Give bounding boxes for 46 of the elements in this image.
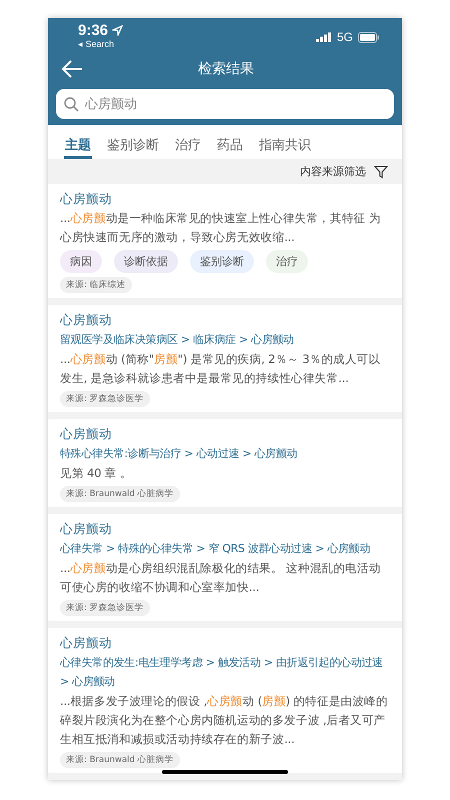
- result-snippet: ...根据多发子波理论的假设 ,心房颤动 (房颤) 的特征是由波峰的碎裂片段演化为在整个心房内随机运动的多发子波 ,后者又可产生相互抵消和减损或活动持续存在的新子波...: [60, 693, 389, 748]
- back-to-app-link[interactable]: ◂ Search: [78, 39, 124, 49]
- search-box[interactable]: 心房颤动: [56, 89, 394, 119]
- source-badge: 来源: 罗森急诊医学: [60, 600, 150, 616]
- result-breadcrumb: 心律失常的发生:电生理学考虑 > 触发活动 > 由折返引起的心动过速 > 心房颤动: [60, 655, 384, 690]
- category-tab[interactable]: 药品: [216, 125, 244, 159]
- category-tab[interactable]: 主题: [64, 125, 92, 159]
- search-icon: [64, 96, 79, 112]
- source-badge: 来源: 罗森急诊医学: [60, 391, 150, 407]
- category-tab[interactable]: 鉴别诊断: [106, 125, 160, 159]
- source-badge: 来源: 临床综述: [60, 277, 132, 293]
- result-snippet: ...心房颤动 (简称"房颤") 是常见的疾病, 2％～ 3％的成人可以发生, 是急诊科就诊患者中是最常见的持续性心律失常...: [60, 351, 382, 387]
- topic-tag[interactable]: 鉴别诊断: [190, 250, 254, 273]
- page-title: 检索结果: [197, 60, 255, 78]
- source-badge: 来源: Braunwald 心脏病学: [60, 486, 180, 502]
- result-title[interactable]: 心房颤动: [60, 310, 390, 329]
- location-arrow-icon: [112, 25, 124, 36]
- search-field[interactable]: 心房颤动: [85, 91, 386, 117]
- result-title[interactable]: 心房颤动: [60, 189, 390, 208]
- result-breadcrumb: 特殊心律失常:诊断与治疗 > 心动过速 > 心房颤动: [60, 446, 298, 462]
- result-breadcrumb: 留观医学及临床决策病区 > 临床病症 > 心房颤动: [60, 332, 295, 348]
- topic-tag[interactable]: 病因: [60, 250, 102, 273]
- battery-icon: [358, 32, 380, 42]
- result-card[interactable]: 心房颤动 心律失常 > 特殊的心律失常 > 窄 QRS 波群心动过速 > 心房颤动 ...心房颤动是心房组织混乱除极化的结果。 这种混乱的电活动可使心房的收缩不协调和心室率加快... 来源: 罗森急诊医学: [48, 514, 402, 621]
- result-snippet: ...心房颤动是心房组织混乱除极化的结果。 这种混乱的电活动可使心房的收缩不协调和心室率加快...: [60, 560, 382, 596]
- back-arrow-icon: [60, 59, 84, 79]
- result-title[interactable]: 心房颤动: [60, 424, 390, 443]
- topic-tag[interactable]: 治疗: [266, 250, 308, 273]
- result-title[interactable]: 心房颤动: [60, 519, 390, 538]
- result-card[interactable]: 心房颤动 心律失常的发生:电生理学考虑 > 触发活动 > 由折返引起的心动过速 > 心房颤动 ...根据多发子波理论的假设 ,心房颤动 (房颤) 的特征是由波峰的碎裂片段演化为在整个心房内随机运动的多发子波 ,后者又可产生相互抵消和减损或活动持续存在的新子波... 来源: Braunwald 心脏病学: [48, 628, 402, 773]
- result-card[interactable]: 心房颤动 留观医学及临床决策病区 > 临床病症 > 心房颤动 ...心房颤动 (简称"房颤") 是常见的疾病, 2％～ 3％的成人可以发生, 是急诊科就诊患者中是最常见的持续性心律失常... 来源: 罗森急诊医学: [48, 305, 402, 412]
- result-title[interactable]: 心房颤动: [60, 633, 390, 652]
- category-tab[interactable]: 治疗: [174, 125, 202, 159]
- source-badge: 来源: Braunwald 心脏病学: [60, 752, 180, 768]
- topic-tag[interactable]: 诊断依据: [114, 250, 178, 273]
- result-snippet: 见第 40 章 。: [60, 465, 133, 482]
- result-card[interactable]: 心房颤动 特殊心律失常:诊断与治疗 > 心动过速 > 心房颤动 见第 40 章 。 来源: Braunwald 心脏病学: [48, 419, 402, 507]
- result-snippet: ...心房颤动是一种临床常见的快速室上性心律失常，其特征 为心房快速而无序的激动，导致心房无效收缩...: [60, 210, 382, 246]
- network-label: 5G: [336, 30, 353, 44]
- result-card[interactable]: 心房颤动 ...心房颤动是一种临床常见的快速室上性心律失常，其特征 为心房快速而无序的激动，导致心房无效收缩... 病因 诊断依据 鉴别诊断 治疗 来源: 临床综述: [48, 184, 402, 298]
- status-time: 9:36: [78, 22, 108, 39]
- filter-icon[interactable]: [374, 164, 388, 178]
- result-breadcrumb: 心律失常 > 特殊的心律失常 > 窄 QRS 波群心动过速 > 心房颤动: [60, 541, 372, 557]
- source-filter-label[interactable]: 内容来源筛选: [300, 164, 366, 179]
- signal-icon: [316, 32, 332, 42]
- category-tab[interactable]: 指南共识: [258, 125, 312, 159]
